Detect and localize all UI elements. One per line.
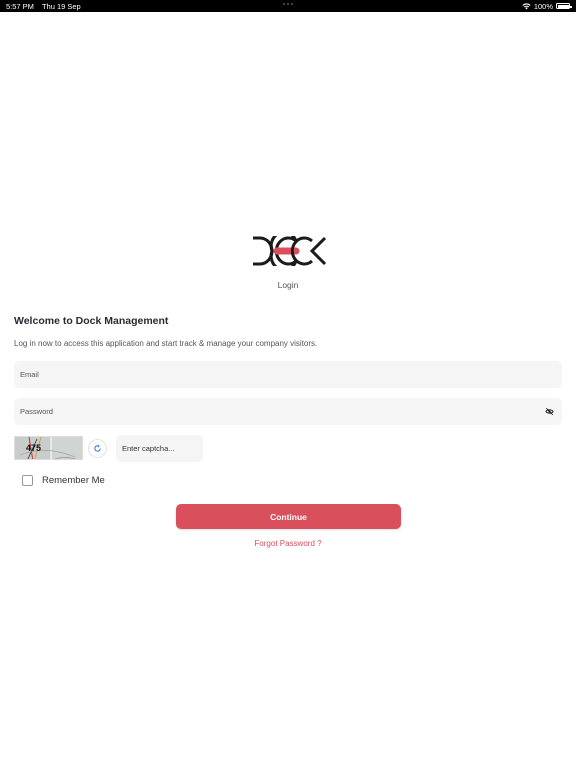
email-field-container[interactable] [14, 361, 562, 388]
welcome-subtitle: Log in now to access this application an… [14, 339, 318, 348]
eye-off-icon[interactable] [545, 407, 554, 416]
welcome-heading: Welcome to Dock Management [14, 315, 169, 327]
status-time: 5:57 PM [6, 1, 34, 11]
status-left: 5:57 PM Thu 19 Sep [6, 2, 81, 11]
status-date: Thu 19 Sep [41, 1, 81, 11]
dock-logo [253, 236, 326, 266]
status-bar: 5:57 PM Thu 19 Sep 100% [0, 0, 576, 12]
password-field-container[interactable] [14, 398, 562, 425]
login-title: Login [277, 280, 299, 290]
captcha-field-container[interactable] [116, 435, 203, 462]
email-input[interactable] [20, 370, 556, 379]
captcha-refresh-button[interactable] [88, 439, 107, 458]
refresh-icon [94, 444, 101, 452]
forgot-password-link[interactable]: Forgot Password ? [0, 539, 576, 548]
captcha-input[interactable] [122, 444, 197, 453]
battery-icon [556, 3, 572, 9]
captcha-text: 475 [26, 443, 41, 453]
captcha-noise: 475 [15, 437, 82, 459]
continue-button[interactable]: Continue [176, 504, 401, 529]
remember-me-row[interactable]: Remember Me [22, 475, 105, 486]
status-right: 100% [522, 1, 572, 11]
battery-percent: 100% [533, 1, 553, 11]
password-input[interactable] [20, 407, 556, 416]
multitasking-dots-icon[interactable] [283, 3, 293, 5]
remember-me-label: Remember Me [42, 475, 105, 486]
login-screen: 5:57 PM Thu 19 Sep 100% Login Welcome to… [0, 0, 576, 768]
wifi-icon [522, 2, 531, 9]
captcha-image: 475 [14, 436, 83, 460]
remember-me-checkbox[interactable] [22, 475, 33, 486]
